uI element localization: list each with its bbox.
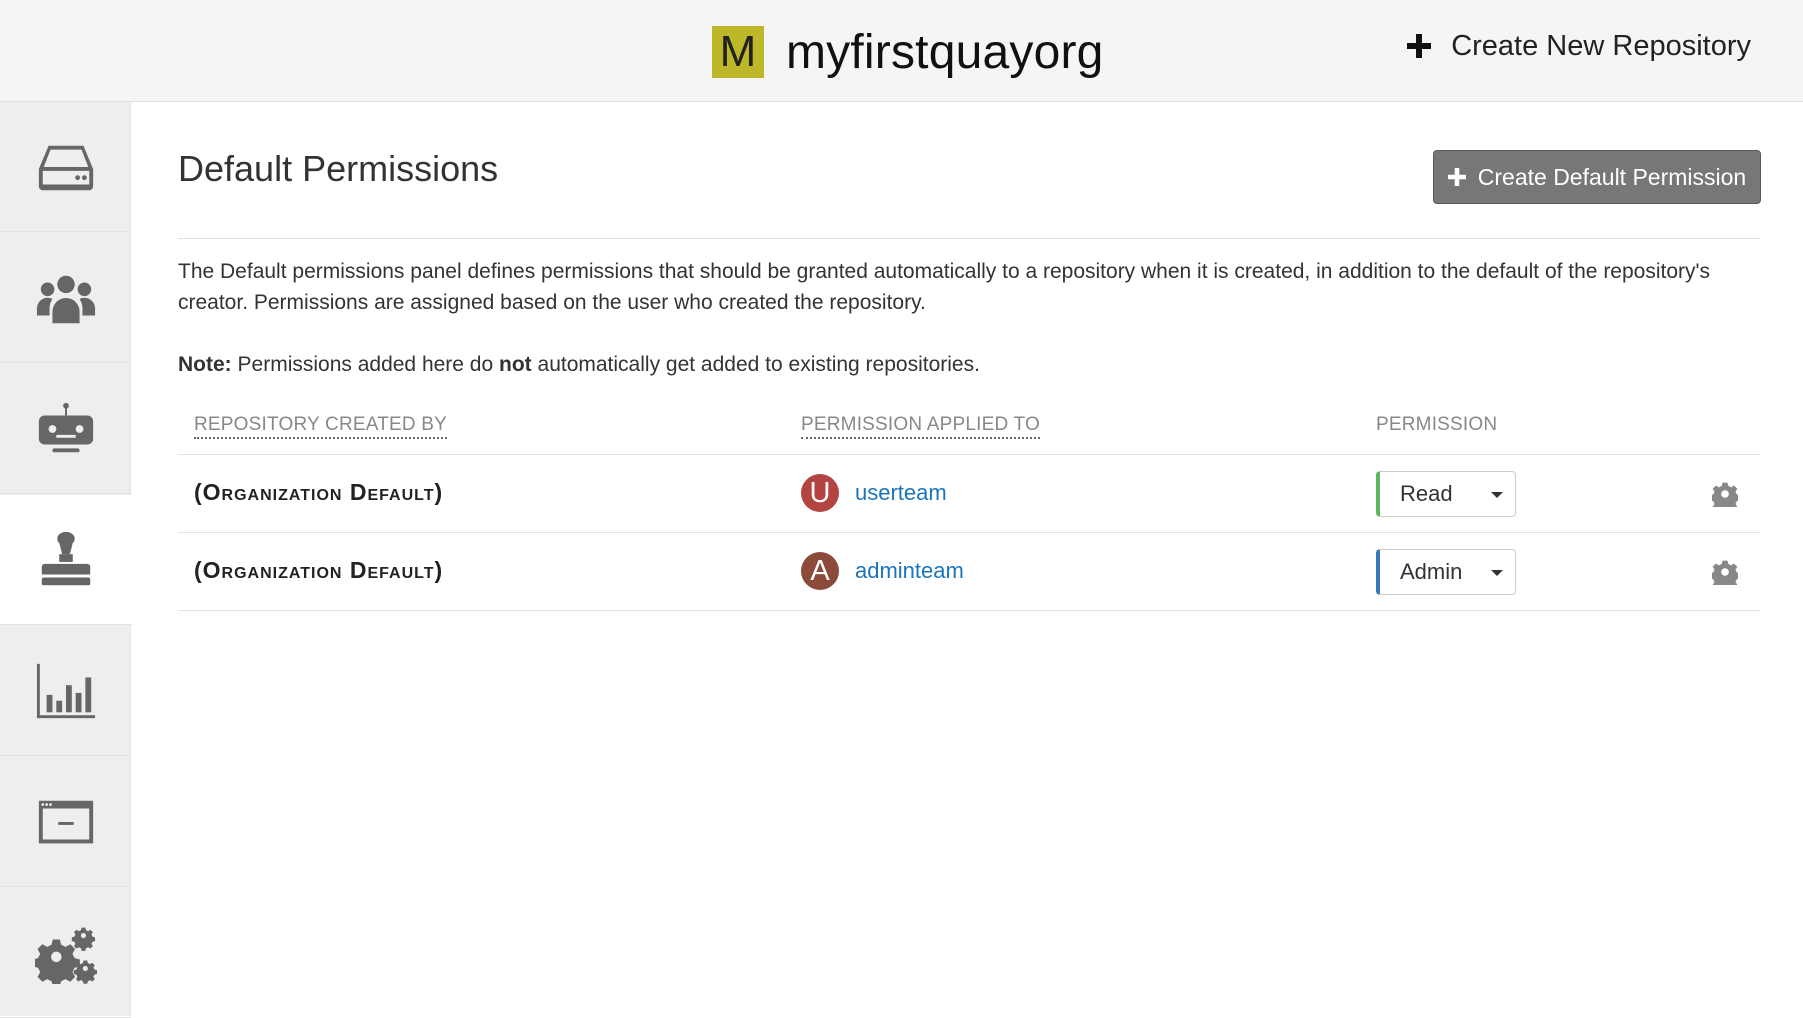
hdd-icon <box>38 145 93 190</box>
gears-icon <box>34 927 97 984</box>
note-text: Note: Permissions added here do not auto… <box>178 349 980 380</box>
sidebar-item-settings[interactable] <box>0 888 131 1018</box>
header-divider <box>178 238 1761 239</box>
bar-chart-icon <box>36 663 95 718</box>
sidebar-item-usage-logs[interactable] <box>0 626 131 756</box>
create-default-permission-label: Create Default Permission <box>1477 163 1747 190</box>
sidebar-item-applications[interactable] <box>0 757 131 887</box>
row-options-button[interactable] <box>1709 559 1741 591</box>
table-row: (Organization Default) U userteam Read <box>178 455 1761 532</box>
permission-dropdown[interactable]: Admin <box>1376 549 1516 595</box>
column-header-applied-to[interactable]: Permission Applied To <box>801 414 1040 439</box>
team-avatar: U <box>801 474 839 512</box>
create-new-repository-label: Create New Repository <box>1451 29 1751 62</box>
application-window-icon <box>38 800 93 843</box>
created-by-cell: (Organization Default) <box>194 479 444 505</box>
permission-value: Read <box>1400 481 1453 506</box>
created-by-cell: (Organization Default) <box>194 557 444 583</box>
row-options-button[interactable] <box>1709 481 1741 513</box>
sidebar <box>0 102 132 1018</box>
sidebar-item-robot-accounts[interactable] <box>0 364 131 494</box>
team-link[interactable]: userteam <box>855 480 947 506</box>
permission-value: Admin <box>1400 559 1463 584</box>
org-avatar: M <box>712 26 764 78</box>
team-avatar: A <box>801 552 839 590</box>
table-divider <box>178 610 1761 611</box>
create-new-repository-link[interactable]: Create New Repository <box>1407 26 1751 66</box>
sidebar-item-default-permissions[interactable] <box>0 495 132 625</box>
team-link[interactable]: adminteam <box>855 558 964 584</box>
sidebar-item-teams[interactable] <box>0 233 131 363</box>
gear-icon <box>1709 560 1741 591</box>
org-name: myfirstquayorg <box>786 25 1104 79</box>
entity-cell: U userteam <box>801 474 947 512</box>
note-text-after: automatically get added to existing repo… <box>537 353 980 376</box>
note-emphasis: not <box>499 353 532 376</box>
caret-down-icon <box>1491 570 1503 576</box>
org-title: M myfirstquayorg <box>712 25 1104 79</box>
create-default-permission-button[interactable]: Create Default Permission <box>1433 150 1761 204</box>
caret-down-icon <box>1491 492 1503 498</box>
gear-icon <box>1709 482 1741 513</box>
robot-icon <box>38 402 93 452</box>
page-title: Default Permissions <box>178 148 499 189</box>
users-icon <box>36 275 95 323</box>
sidebar-item-repositories[interactable] <box>0 102 131 232</box>
note-text-before: Permissions added here do <box>237 353 494 376</box>
top-header: M myfirstquayorg Create New Repository <box>0 0 1803 102</box>
plus-icon <box>1447 168 1466 186</box>
column-header-permission: Permission <box>1376 414 1498 435</box>
stamp-icon <box>41 531 91 585</box>
description-text: The Default permissions panel defines pe… <box>178 260 1711 314</box>
note-label: Note: <box>178 353 232 376</box>
entity-cell: A adminteam <box>801 552 964 590</box>
table-row: (Organization Default) A adminteam Admin <box>178 533 1761 610</box>
plus-icon <box>1407 34 1432 58</box>
permission-dropdown[interactable]: Read <box>1376 471 1516 517</box>
column-header-created-by[interactable]: Repository Created By <box>194 414 448 439</box>
